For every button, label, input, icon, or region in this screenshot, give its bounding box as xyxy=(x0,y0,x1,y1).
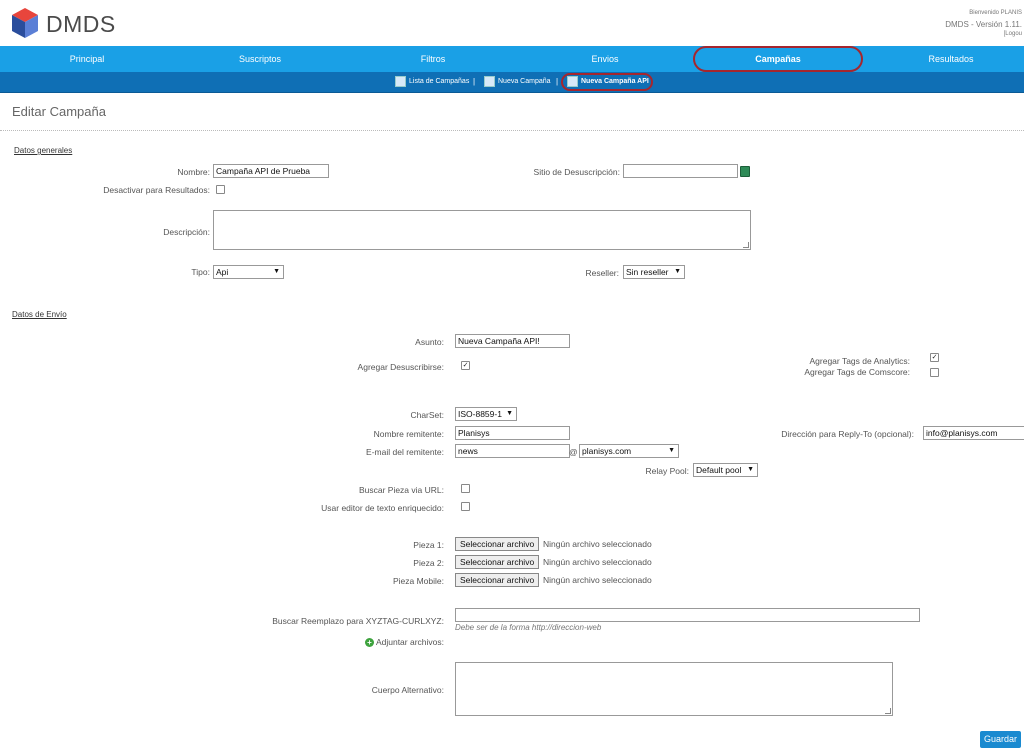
cuerpo-label: Cuerpo Alternativo: xyxy=(371,685,444,695)
nav-filtros[interactable]: Filtros xyxy=(348,46,518,72)
dmds-logo-icon xyxy=(12,8,38,38)
section-datos-envio: Datos de Envío xyxy=(12,310,67,319)
adjuntar-label: Adjuntar archivos: xyxy=(375,637,444,647)
subnav-lista-label: Lista de Campañas xyxy=(409,78,470,85)
analytics-checkbox[interactable]: ✓ xyxy=(930,353,939,362)
buscar-url-checkbox[interactable] xyxy=(461,484,470,493)
sitio-input[interactable] xyxy=(623,164,738,178)
remitente-input[interactable]: Planisys xyxy=(455,426,570,440)
at-sign: @ xyxy=(569,447,578,457)
nav-resultados[interactable]: Resultados xyxy=(866,46,1024,72)
desactivar-label: Desactivar para Resultados: xyxy=(103,185,210,195)
chevron-down-icon: ▼ xyxy=(674,268,681,275)
highlight-campanas xyxy=(693,46,863,72)
version-text: DMDS - Versión 1.11. xyxy=(945,20,1022,29)
pieza2-file-button[interactable]: Seleccionar archivo xyxy=(455,555,540,569)
nav-envios[interactable]: Envios xyxy=(520,46,690,72)
logout-link[interactable]: [Logou xyxy=(1004,31,1022,37)
logo-text: DMDS xyxy=(46,11,116,37)
email-label: E-mail del remitente: xyxy=(366,447,444,457)
editor-checkbox[interactable] xyxy=(461,502,470,511)
chevron-down-icon: ▼ xyxy=(747,466,754,473)
descripcion-label: Descripción: xyxy=(163,227,210,237)
pieza-mobile-file-status: Ningún archivo seleccionado xyxy=(543,575,652,585)
subnav-separator: | xyxy=(473,77,476,86)
relay-label: Relay Pool: xyxy=(645,466,689,476)
section-datos-generales: Datos generales xyxy=(14,146,73,155)
domain-select[interactable]: planisys.com ▼ xyxy=(579,444,679,458)
new-campaign-icon xyxy=(484,75,495,87)
title-divider xyxy=(0,130,1024,131)
descripcion-textarea[interactable] xyxy=(213,210,751,250)
pieza-mobile-file-button[interactable]: Seleccionar archivo xyxy=(455,573,540,587)
tipo-value: Api xyxy=(216,267,229,277)
charset-select[interactable]: ISO-8859-1 ▼ xyxy=(455,407,517,421)
nav-principal[interactable]: Principal xyxy=(2,46,172,72)
relay-value: Default pool xyxy=(696,465,742,475)
reemplazo-input[interactable] xyxy=(455,608,920,622)
comscore-label: Agregar Tags de Comscore: xyxy=(804,367,910,377)
analytics-label: Agregar Tags de Analytics: xyxy=(809,356,911,366)
reseller-select[interactable]: Sin reseller ▼ xyxy=(623,265,685,279)
chevron-down-icon: ▼ xyxy=(273,268,280,275)
resize-grip-icon[interactable] xyxy=(885,708,891,714)
buscar-url-label: Buscar Pieza via URL: xyxy=(358,485,444,495)
subnav-nueva[interactable]: Nueva Campaña xyxy=(484,72,551,92)
asunto-label: Asunto: xyxy=(415,337,444,347)
resize-grip-icon[interactable] xyxy=(743,242,749,248)
editor-label: Usar editor de texto enriquecido: xyxy=(321,503,444,513)
replyto-label: Dirección para Reply-To (opcional): xyxy=(781,429,914,439)
email-input[interactable]: news xyxy=(455,444,570,458)
desuscribirse-label: Agregar Desuscribirse: xyxy=(357,362,444,372)
charset-value: ISO-8859-1 xyxy=(458,409,502,419)
sitio-label: Sitio de Desuscripción: xyxy=(533,167,620,177)
chevron-down-icon: ▼ xyxy=(668,447,675,454)
adjuntar-archivos[interactable]: + Adjuntar archivos: xyxy=(364,637,444,648)
relay-select[interactable]: Default pool ▼ xyxy=(693,463,758,477)
desactivar-checkbox[interactable] xyxy=(216,185,225,194)
subnav-lista[interactable]: Lista de Campañas xyxy=(395,72,469,92)
welcome-text: Bienvenido PLANIS xyxy=(969,10,1022,16)
database-icon[interactable] xyxy=(740,166,750,177)
nombre-label: Nombre: xyxy=(177,167,210,177)
desuscribirse-checkbox[interactable]: ✓ xyxy=(461,361,470,370)
reseller-value: Sin reseller xyxy=(626,267,669,277)
pieza-mobile-label: Pieza Mobile: xyxy=(392,576,444,586)
main-nav: Principal Suscriptos Filtros Envios Camp… xyxy=(0,46,1024,72)
add-attachment-icon[interactable]: + xyxy=(364,638,374,648)
pieza1-file-status: Ningún archivo seleccionado xyxy=(543,539,652,549)
pieza1-file-button[interactable]: Seleccionar archivo xyxy=(455,537,540,551)
tipo-label: Tipo: xyxy=(191,267,210,277)
reemplazo-label: Buscar Reemplazo para XYZTAG-CURLXYZ: xyxy=(272,616,444,626)
page-title: Editar Campaña xyxy=(12,104,106,119)
comscore-checkbox[interactable] xyxy=(930,368,939,377)
guardar-button[interactable]: Guardar xyxy=(980,731,1021,748)
highlight-nueva-api xyxy=(561,73,653,91)
remitente-label: Nombre remitente: xyxy=(373,429,444,439)
pieza1-label: Pieza 1: xyxy=(413,540,444,550)
asunto-input[interactable]: Nueva Campaña API! xyxy=(455,334,570,348)
cuerpo-textarea[interactable] xyxy=(455,662,893,716)
domain-value: planisys.com xyxy=(582,446,632,456)
replyto-input[interactable]: info@planisys.com xyxy=(923,426,1024,440)
subnav-separator: | xyxy=(556,77,559,86)
sub-nav: Lista de Campañas | Nueva Campaña | Nuev… xyxy=(0,72,1024,93)
list-icon xyxy=(395,75,406,87)
nav-suscriptos[interactable]: Suscriptos xyxy=(175,46,345,72)
chevron-down-icon: ▼ xyxy=(506,410,513,417)
tipo-select[interactable]: Api ▼ xyxy=(213,265,284,279)
charset-label: CharSet: xyxy=(410,410,444,420)
pieza2-label: Pieza 2: xyxy=(413,558,444,568)
reemplazo-hint: Debe ser de la forma http://direccion-we… xyxy=(455,623,602,632)
nombre-input[interactable]: Campaña API de Prueba xyxy=(213,164,329,178)
subnav-nueva-label: Nueva Campaña xyxy=(498,78,551,85)
pieza2-file-status: Ningún archivo seleccionado xyxy=(543,557,652,567)
reseller-label: Reseller: xyxy=(585,268,619,278)
